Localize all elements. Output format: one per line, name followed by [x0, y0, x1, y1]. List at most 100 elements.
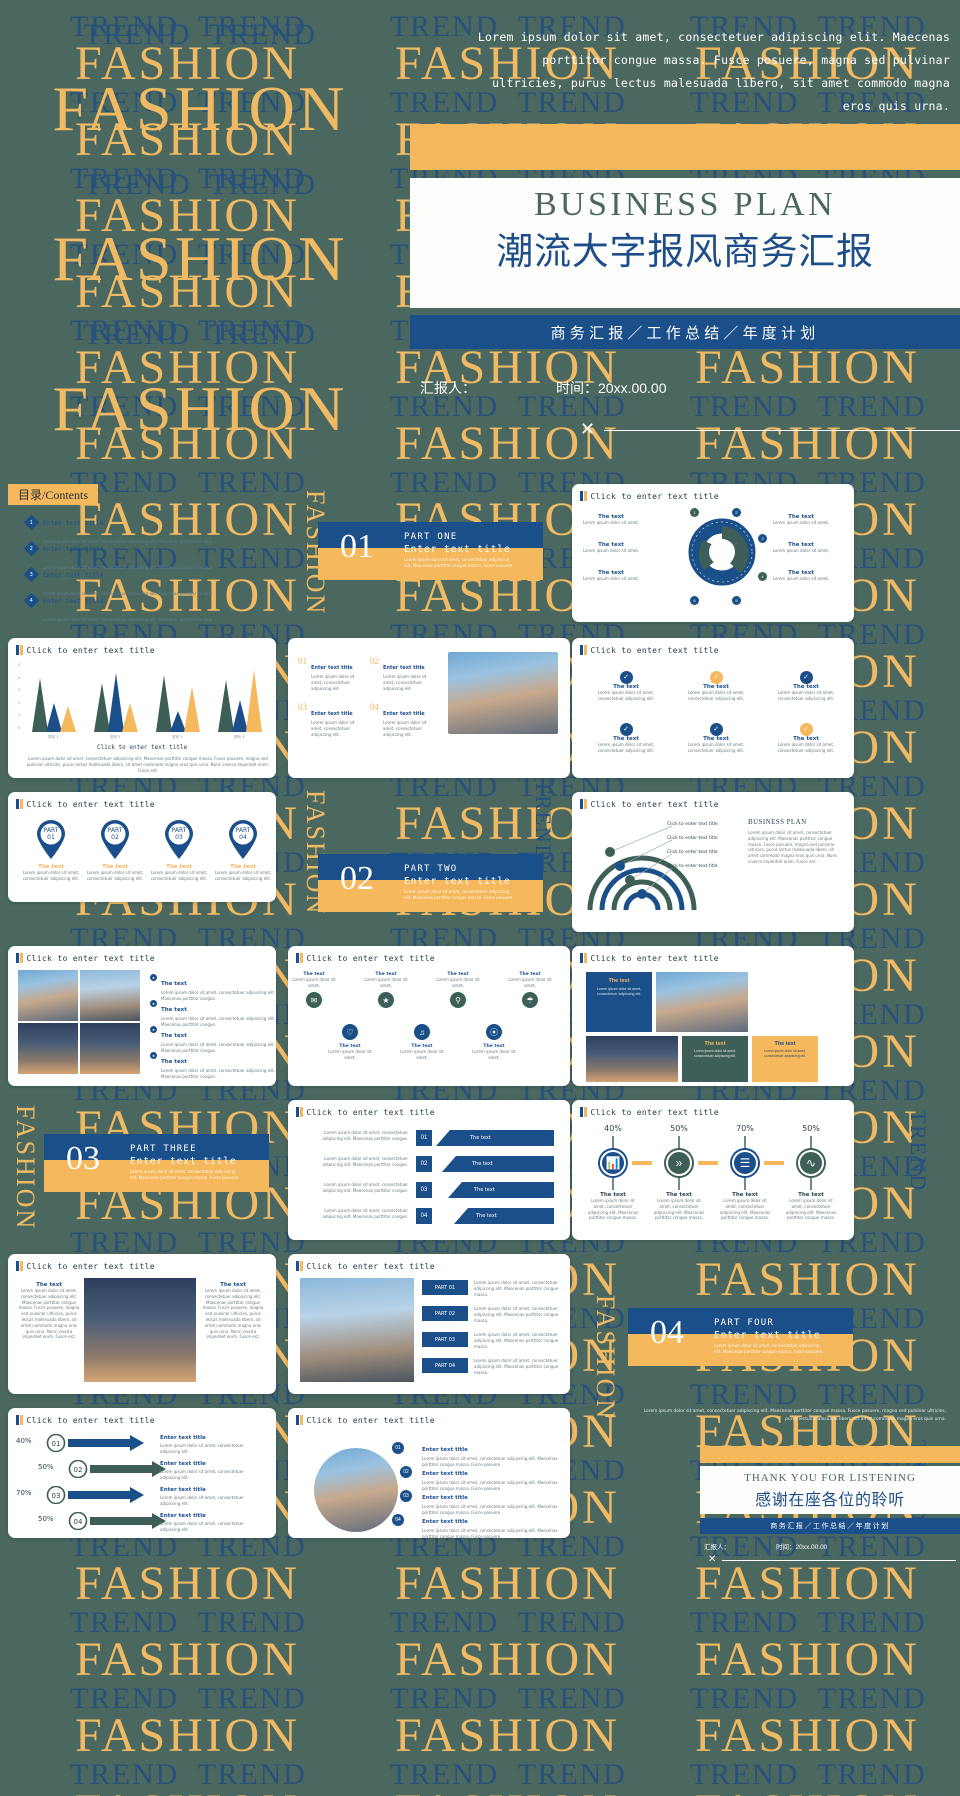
- flow-label: The text Lorem ipsum dolor sit amet,: [398, 1044, 446, 1061]
- check-item-body: Lorem ipsum dolor sit amet, consectetuer…: [687, 690, 745, 701]
- cover-divider: ✕: [580, 420, 960, 438]
- block-gold: The text Lorem ipsum dolor sit amet, con…: [752, 1036, 818, 1082]
- cover-title-en: BUSINESS PLAN: [533, 186, 837, 223]
- section-number: 02: [340, 860, 374, 897]
- percent-caption: The text Lorem ipsum dolor sit amet, con…: [784, 1192, 838, 1221]
- arrow-row-body: Enter text title Lorem ipsum dolor sit am…: [160, 1461, 244, 1480]
- check-item: ✓ The text Lorem ipsum dolor sit amet, c…: [586, 666, 666, 702]
- section-slide-04[interactable]: 04 PART FOUR Enter text title Lorem ipsu…: [628, 1308, 853, 1366]
- slide-title-text: Click to enter text title: [26, 799, 155, 809]
- title-accent-icon: [580, 645, 587, 655]
- arrow-row-icon: 01: [46, 1434, 144, 1452]
- bullet-title: The text: [161, 1059, 187, 1065]
- slide-title: Click to enter text title: [16, 953, 155, 963]
- radial-label: Click to enter text title: [667, 836, 718, 841]
- contents-number-badge: 4: [23, 592, 40, 609]
- percent-value: 40%: [604, 1124, 622, 1133]
- slide-title-text: Click to enter text title: [306, 953, 435, 963]
- mountain-chart-slide[interactable]: Click to enter text title 0 1 2 3 4 5 类别 1 类别 2 类…: [8, 638, 276, 778]
- chart-peak: [60, 706, 76, 732]
- thanks-title-panel: THANK YOU FOR LISTENING 感谢在座各位的聆听: [700, 1466, 960, 1514]
- block-teal: The text Lorem ipsum dolor sit amet, con…: [682, 1036, 748, 1082]
- donut-slide[interactable]: Click to enter text title The text Lorem…: [572, 484, 854, 622]
- percent-connector: [764, 1161, 784, 1165]
- pins-slide[interactable]: Click to enter text title PART 01 The te…: [8, 792, 276, 902]
- section-slide-02[interactable]: 02 PART TWO Enter text title Lorem ipsum…: [318, 854, 543, 912]
- thanks-title-cn: 感谢在座各位的聆听: [755, 1492, 905, 1509]
- item-title: Enter text title: [383, 711, 425, 717]
- block-navy: The text Lorem ipsum dolor sit amet, con…: [586, 972, 652, 1032]
- title-accent-icon: [580, 953, 587, 963]
- bullet-marker-icon: ●: [150, 974, 157, 981]
- ribbon-bar: The text: [442, 1156, 554, 1172]
- slide-title: Click to enter text title: [580, 491, 719, 501]
- divider-line: [604, 430, 960, 431]
- arrow-row-body: Enter text title Lorem ipsum dolor sit am…: [160, 1435, 244, 1454]
- slide-title-text: Click to enter text title: [590, 645, 719, 655]
- contents-number-badge: 1: [23, 514, 40, 531]
- cover-lorem-text: Lorem ipsum dolor sit amet, consectetuer…: [477, 30, 950, 113]
- slide-title-text: Click to enter text title: [26, 953, 155, 963]
- thanks-slide[interactable]: Lorem ipsum dolor sit amet, consectetuer…: [620, 1408, 960, 1578]
- item-body: Lorem ipsum dolor sit amet, consectetuer…: [311, 720, 355, 737]
- part-badges-slide[interactable]: Click to enter text title PART 01 Lorem ip…: [288, 1254, 570, 1394]
- city-photo: [586, 1036, 678, 1082]
- ribbon-arrows-slide[interactable]: Click to enter text title Lorem ipsum dol…: [288, 1100, 570, 1240]
- cover-poster-text: TREND TREND FASHION TREND TREND FASHION TREN…: [0, 0, 400, 462]
- donut-label: The text Lorem ipsum dolor sit amet,: [770, 570, 832, 582]
- percent-connector: [698, 1161, 718, 1165]
- item-body: Lorem ipsum dolor sit amet, consectetuer…: [383, 674, 427, 691]
- photo-columns-slide[interactable]: Click to enter text title The text Lorem…: [8, 1254, 276, 1394]
- arrow-percent-slide[interactable]: Click to enter text title 40% 01 Enter te…: [8, 1408, 276, 1538]
- tag-icon: ⦿: [486, 1024, 502, 1040]
- photo-side-text: The text Lorem ipsum dolor sit amet, con…: [202, 1282, 264, 1340]
- contents-item-title: Enter text title: [43, 572, 104, 579]
- cover-slide: TREND TREND FASHION TREND TREND FASHION TREN…: [0, 0, 960, 462]
- section-slide-03[interactable]: 03 PART THREE Enter text title Lorem ips…: [44, 1134, 269, 1192]
- percent-circles-slide[interactable]: Click to enter text title 40% 📊 The text L…: [572, 1100, 854, 1240]
- ribbon-text: Lorem ipsum dolor sit amet, consectetuer…: [322, 1130, 408, 1141]
- photo-collage: [18, 970, 140, 1074]
- image-blocks-slide[interactable]: Click to enter text title The text Lorem…: [572, 946, 854, 1086]
- flow-body: Lorem ipsum dolor sit amet,: [292, 977, 336, 988]
- city-photo: [80, 1023, 140, 1074]
- contents-slide[interactable]: 目录/Contents 1 Enter text title Lorem ips…: [0, 462, 282, 622]
- numbered-image-slide[interactable]: 01 Enter text title Lorem ipsum dolor si…: [288, 638, 570, 778]
- photo-side-body: Lorem ipsum dolor sit amet, consectetuer…: [18, 1288, 80, 1340]
- title-accent-icon: [580, 491, 587, 501]
- flow-label: The text Lorem ipsum dolor sit amet,: [506, 972, 554, 989]
- radial-label: Click to enter text title: [667, 822, 718, 827]
- zigzag-flow-slide[interactable]: Click to enter text title ✉ The text Lore…: [288, 946, 570, 1086]
- pin-item: PART 01 The text Lorem ipsum dolor sit a…: [22, 818, 80, 882]
- flow-label: The text Lorem ipsum dolor sit amet,: [362, 972, 410, 989]
- circle-list-number: 03: [400, 1490, 412, 1502]
- circular-photo-slide[interactable]: Click to enter text title 01 Enter text t…: [288, 1408, 570, 1538]
- cover-content: Lorem ipsum dolor sit amet, consectetuer…: [410, 0, 960, 462]
- slide-title-text: Click to enter text title: [26, 1415, 155, 1425]
- city-photo: [18, 970, 78, 1021]
- section-part-label: PART THREE: [130, 1144, 197, 1154]
- item-title: Enter text title: [383, 665, 425, 671]
- slide-title: Click to enter text title: [296, 953, 435, 963]
- bullet-title: The text: [161, 1007, 187, 1013]
- circle-list-number: 01: [392, 1442, 404, 1454]
- pin-item: PART 04 The text Lorem ipsum dolor sit a…: [214, 818, 272, 882]
- photo-bullets-slide[interactable]: Click to enter text title ● The text Lor…: [8, 946, 276, 1086]
- chart-y-tick: 0: [18, 726, 21, 730]
- svg-text:PART: PART: [172, 827, 187, 834]
- slide-title: Click to enter text title: [296, 1415, 435, 1425]
- check-circle-icon: ✓: [799, 670, 813, 684]
- percent-stem: [678, 1136, 680, 1150]
- slide-thumbnail-grid: 目录/Contents 1 Enter text title Lorem ips…: [0, 462, 960, 1796]
- block-body: Lorem ipsum dolor sit amet, consectetuer…: [694, 1049, 736, 1059]
- activity-icon: ∿: [798, 1150, 824, 1176]
- poster-fashion-text: FASHION: [52, 73, 348, 144]
- section-slide-01[interactable]: 01 PART ONE Enter text title Lorem ipsum…: [318, 522, 543, 580]
- contents-item[interactable]: 4 Enter text title Lorem ipsum dolor sit…: [23, 590, 212, 626]
- six-check-slide[interactable]: Click to enter text title ✓ The text Lor…: [572, 638, 854, 778]
- donut-label-body: Lorem ipsum dolor sit amet,: [582, 520, 640, 525]
- donut-node: 2: [732, 508, 741, 517]
- flow-body: Lorem ipsum dolor sit amet,: [436, 977, 480, 988]
- radial-businessplan-slide[interactable]: Click to enter text title Click to enter…: [572, 792, 854, 932]
- donut-label-body: Lorem ipsum dolor sit amet,: [772, 576, 830, 581]
